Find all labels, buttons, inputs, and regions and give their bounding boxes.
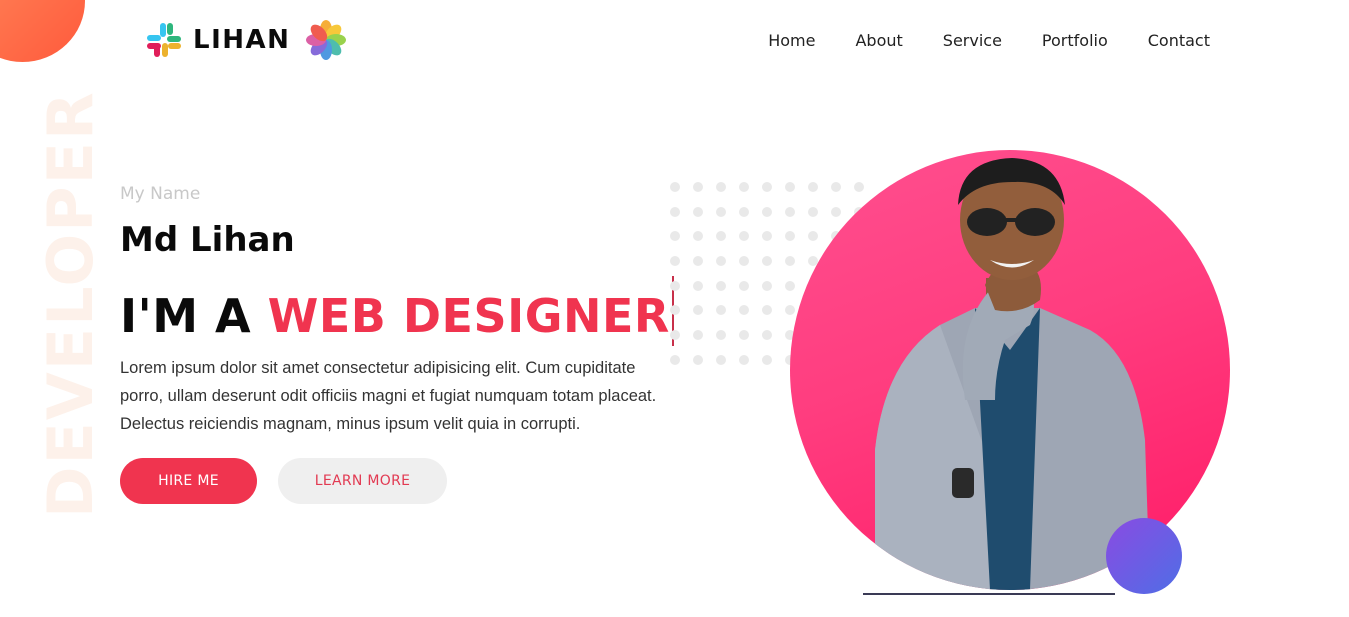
nav-service[interactable]: Service xyxy=(943,31,1002,50)
headline: I'M A WEB DESIGNER xyxy=(120,276,674,349)
base-line xyxy=(863,593,1115,595)
brand-name: LIHAN xyxy=(193,25,291,55)
photos-flower-icon xyxy=(306,20,347,60)
hero-description: Lorem ipsum dolor sit amet consectetur a… xyxy=(120,359,657,433)
main-nav: Home About Service Portfolio Contact xyxy=(768,31,1210,50)
nav-contact[interactable]: Contact xyxy=(1148,31,1210,50)
learn-more-button[interactable]: LEARN MORE xyxy=(278,458,447,504)
nav-portfolio[interactable]: Portfolio xyxy=(1042,31,1108,50)
full-name: Md Lihan xyxy=(120,220,295,260)
slack-style-logo-icon xyxy=(147,23,181,57)
nav-about[interactable]: About xyxy=(855,31,902,50)
headline-accent: WEB DESIGNER xyxy=(267,289,670,343)
corner-decoration xyxy=(0,0,85,62)
hire-me-button[interactable]: HIRE ME xyxy=(120,458,257,504)
decorative-ball xyxy=(1106,518,1182,594)
nav-home[interactable]: Home xyxy=(768,31,815,50)
brand-logo[interactable]: LIHAN xyxy=(145,20,347,60)
headline-prefix: I'M A xyxy=(120,289,268,343)
name-label: My Name xyxy=(120,184,201,204)
vertical-watermark: DEVELOPER xyxy=(34,90,107,518)
